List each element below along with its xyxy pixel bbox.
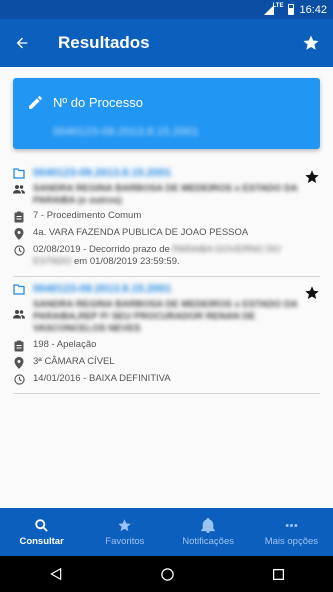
star-icon: [118, 518, 132, 531]
tab-consultar[interactable]: Consultar: [0, 508, 83, 556]
tab-label: Notificações: [182, 535, 234, 547]
star-icon: [305, 170, 319, 183]
star-icon: [303, 35, 319, 50]
result-favorite-button[interactable]: [304, 169, 320, 190]
pencil-icon: [29, 96, 42, 109]
page-title: Resultados: [58, 33, 150, 52]
tab-favoritos[interactable]: Favoritos: [83, 508, 166, 556]
result-court: 4a. VARA FAZENDA PUBLICA DE JOAO PESSOA: [33, 227, 249, 238]
process-number-value: 0040123-09.2013.8.15.2001: [53, 126, 199, 138]
result-parties: SANDRA REGINA BARBOSA DE MEDEIROS x ESTA…: [33, 183, 298, 206]
tab-label: Consultar: [19, 535, 64, 547]
app-bar: Resultados: [0, 19, 333, 67]
tab-label: Favoritos: [105, 535, 145, 547]
clipboard-icon: [14, 211, 24, 223]
clock: 16:42: [299, 3, 327, 16]
result-court: 3ª CÂMARA CÍVEL: [33, 356, 115, 367]
screen: LTE 16:42 Resultados Nº do Processo 0040…: [0, 0, 333, 592]
result-item[interactable]: 0040123-09.2013.8.15.2001 SANDRA REGINA …: [13, 283, 320, 385]
bell-icon: [201, 517, 215, 533]
more-dots-icon: [285, 523, 298, 527]
result-number[interactable]: 0040123-09.2013.8.15.2001: [33, 283, 171, 295]
nav-home-icon[interactable]: [160, 567, 175, 582]
nav-recents-icon[interactable]: [272, 568, 285, 581]
search-icon: [35, 518, 48, 532]
clipboard-icon: [14, 340, 24, 352]
result-class: 198 - Apelação: [33, 339, 97, 350]
result-movement: 14/01/2016 - BAIXA DEFINITIVA: [33, 373, 171, 384]
movement-date-suffix: em 01/08/2019 23:59:59.: [74, 256, 180, 267]
clock-icon: [13, 245, 25, 256]
battery-icon: [288, 4, 295, 15]
location-pin-icon: [14, 228, 24, 240]
movement-date-prefix: 02/08/2019 - Decorrido prazo de: [33, 244, 170, 255]
status-bar: LTE 16:42: [0, 0, 333, 19]
result-parties: SANDRA REGINA BARBOSA DE MEDEIROS x ESTA…: [33, 299, 298, 334]
process-number-card[interactable]: Nº do Processo 0040123-09.2013.8.15.2001: [13, 78, 320, 149]
tab-label: Mais opções: [264, 535, 319, 547]
location-pin-icon: [14, 357, 24, 369]
people-icon: [13, 185, 25, 194]
divider: [13, 276, 320, 277]
favorite-button[interactable]: [289, 19, 333, 67]
divider: [13, 393, 320, 394]
nav-back-icon[interactable]: [49, 567, 63, 581]
result-class: 7 - Procedimento Comum: [33, 210, 142, 221]
result-favorite-button[interactable]: [304, 285, 320, 306]
bottom-navigation: Consultar Favoritos Notificações Mais op…: [0, 508, 333, 556]
result-number[interactable]: 0040123-09.2013.8.15.2001: [33, 167, 171, 179]
result-movement: 02/08/2019 - Decorrido prazo de PARAIBA …: [33, 244, 320, 268]
results-content: Nº do Processo 0040123-09.2013.8.15.2001…: [0, 67, 333, 508]
tab-notificacoes[interactable]: Notificações: [167, 508, 250, 556]
system-navigation-bar: [0, 556, 333, 592]
clock-icon: [13, 374, 25, 385]
folder-icon: [13, 168, 25, 179]
folder-icon: [13, 284, 25, 295]
tab-mais-opcoes[interactable]: Mais opções: [250, 508, 333, 556]
star-icon: [305, 286, 319, 299]
back-button[interactable]: [0, 19, 44, 67]
people-icon: [13, 310, 25, 319]
process-number-label: Nº do Processo: [53, 95, 144, 110]
network-type: LTE: [272, 2, 284, 9]
result-item[interactable]: 0040123-09.2013.8.15.2001 SANDRA REGINA …: [13, 167, 320, 268]
arrow-back-icon: [16, 37, 28, 49]
